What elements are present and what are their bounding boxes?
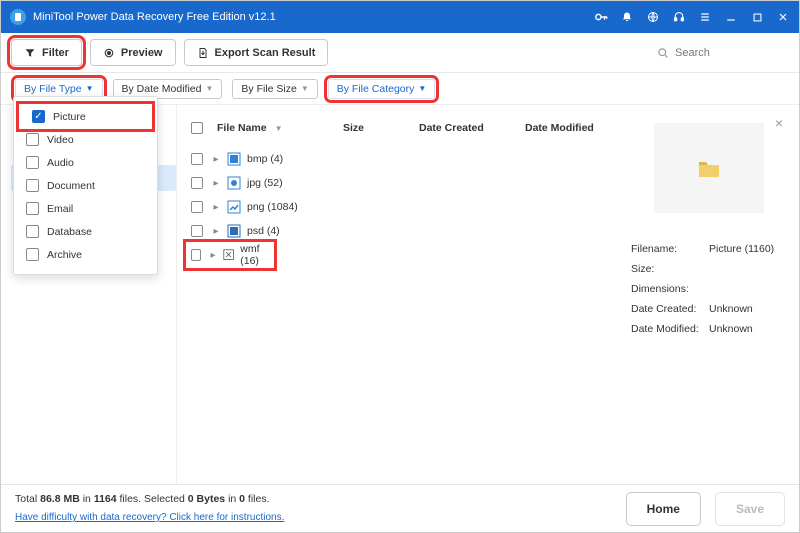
minimize-icon[interactable] [723,9,739,25]
content: File Name▼ Size Date Created Date Modifi… [177,105,799,484]
row-label: psd (4) [247,225,280,237]
checkbox-icon[interactable] [26,156,39,169]
expand-icon[interactable]: ▸ [211,202,221,213]
checkbox-icon[interactable] [26,248,39,261]
home-button[interactable]: Home [626,492,701,526]
row-checkbox[interactable] [191,177,203,189]
created-value: Unknown [709,299,753,319]
title-bar: MiniTool Power Data Recovery Free Editio… [1,1,799,33]
titlebar-actions [593,9,791,25]
modified-value: Unknown [709,319,753,339]
folder-icon [695,154,723,182]
checkbox-icon[interactable] [26,133,39,146]
export-button[interactable]: Export Scan Result [184,39,329,66]
app-logo [9,8,27,26]
expand-icon[interactable]: ▸ [209,250,217,261]
row-checkbox[interactable] [191,225,203,237]
col-created[interactable]: Date Created [419,122,519,134]
preview-thumbnail [654,123,764,213]
dropdown-item-email[interactable]: Email [14,197,157,220]
close-icon[interactable] [775,9,791,25]
close-preview-icon[interactable]: × [775,115,783,131]
file-rows: ▸ bmp (4) ▸ jpg (52) ▸ png (1084) [187,147,615,267]
row-label: jpg (52) [247,177,283,189]
menu-icon[interactable] [697,9,713,25]
created-label: Date Created: [631,299,709,319]
table-row[interactable]: ▸ psd (4) [187,219,615,243]
size-label: Size: [631,259,709,279]
dimensions-label: Dimensions: [631,279,709,299]
row-checkbox[interactable] [191,201,203,213]
file-type-icon [223,248,234,262]
filename-value: Picture (1160) [709,239,774,259]
dropdown-item-picture[interactable]: ✓ Picture [20,105,151,128]
col-size[interactable]: Size [343,122,413,134]
chevron-down-icon: ▼ [205,84,213,93]
preview-button[interactable]: Preview [90,39,176,66]
table-row[interactable]: ▸ jpg (52) [187,171,615,195]
expand-icon[interactable]: ▸ [211,226,221,237]
preview-info: Filename:Picture (1160) Size: Dimensions… [631,239,787,339]
row-label: wmf (16) [240,243,273,267]
export-label: Export Scan Result [215,47,316,59]
col-filename[interactable]: File Name▼ [217,122,337,134]
toolbar: Filter Preview Export Scan Result [1,33,799,73]
modified-label: Date Modified: [631,319,709,339]
file-type-icon [227,176,241,190]
help-link[interactable]: Have difficulty with data recovery? Clic… [15,512,284,523]
table-row[interactable]: ▸ png (1084) [187,195,615,219]
dropdown-item-video[interactable]: Video [14,128,157,151]
chevron-down-icon: ▼ [86,84,94,93]
save-button[interactable]: Save [715,492,785,526]
headset-icon[interactable] [671,9,687,25]
maximize-icon[interactable] [749,9,765,25]
column-headers: File Name▼ Size Date Created Date Modifi… [187,115,615,141]
file-type-icon [227,200,241,214]
file-type-icon [227,152,241,166]
select-all-checkbox[interactable] [191,122,203,134]
dropdown-item-document[interactable]: Document [14,174,157,197]
dropdown-item-audio[interactable]: Audio [14,151,157,174]
filter-label: Filter [42,47,69,59]
row-checkbox[interactable] [191,153,203,165]
expand-icon[interactable]: ▸ [211,178,221,189]
row-label: png (1084) [247,201,298,213]
row-label: bmp (4) [247,153,283,165]
globe-icon[interactable] [645,9,661,25]
filename-label: Filename: [631,239,709,259]
chevron-down-icon: ▼ [301,84,309,93]
row-checkbox[interactable] [191,249,201,261]
chevron-down-icon: ▼ [418,84,426,93]
main-area: File Name▼ Size Date Created Date Modifi… [1,105,799,484]
expand-icon[interactable]: ▸ [211,154,221,165]
window-title: MiniTool Power Data Recovery Free Editio… [33,11,593,23]
file-type-dropdown: ✓ Picture Video Audio Document Email Dat… [13,96,158,275]
file-type-icon [227,224,241,238]
search-input[interactable] [675,47,775,59]
dropdown-item-database[interactable]: Database [14,220,157,243]
filter-button[interactable]: Filter [11,39,82,66]
status-bar: Total 86.8 MB in 1164 files. Selected 0 … [1,484,799,532]
search-icon [657,47,669,59]
search-box[interactable] [649,39,789,66]
table-row[interactable]: ▸ wmf (16) [187,243,273,267]
col-modified[interactable]: Date Modified [525,122,615,134]
checkbox-icon[interactable] [26,225,39,238]
app-window: MiniTool Power Data Recovery Free Editio… [0,0,800,533]
preview-panel: × Filename:Picture (1160) Size: Dimensio… [619,105,799,484]
checkbox-icon[interactable] [26,179,39,192]
file-list: File Name▼ Size Date Created Date Modifi… [177,105,619,484]
bell-icon[interactable] [619,9,635,25]
filter-chip-size[interactable]: By File Size▼ [232,79,317,99]
checkbox-icon[interactable] [26,202,39,215]
dropdown-item-archive[interactable]: Archive [14,243,157,266]
preview-label: Preview [121,47,163,59]
filter-chip-category[interactable]: By File Category▼ [328,79,436,99]
checkbox-checked-icon[interactable]: ✓ [32,110,45,123]
sort-caret-icon: ▼ [275,124,283,133]
key-icon[interactable] [593,9,609,25]
table-row[interactable]: ▸ bmp (4) [187,147,615,171]
status-text: Total 86.8 MB in 1164 files. Selected 0 … [15,491,284,526]
